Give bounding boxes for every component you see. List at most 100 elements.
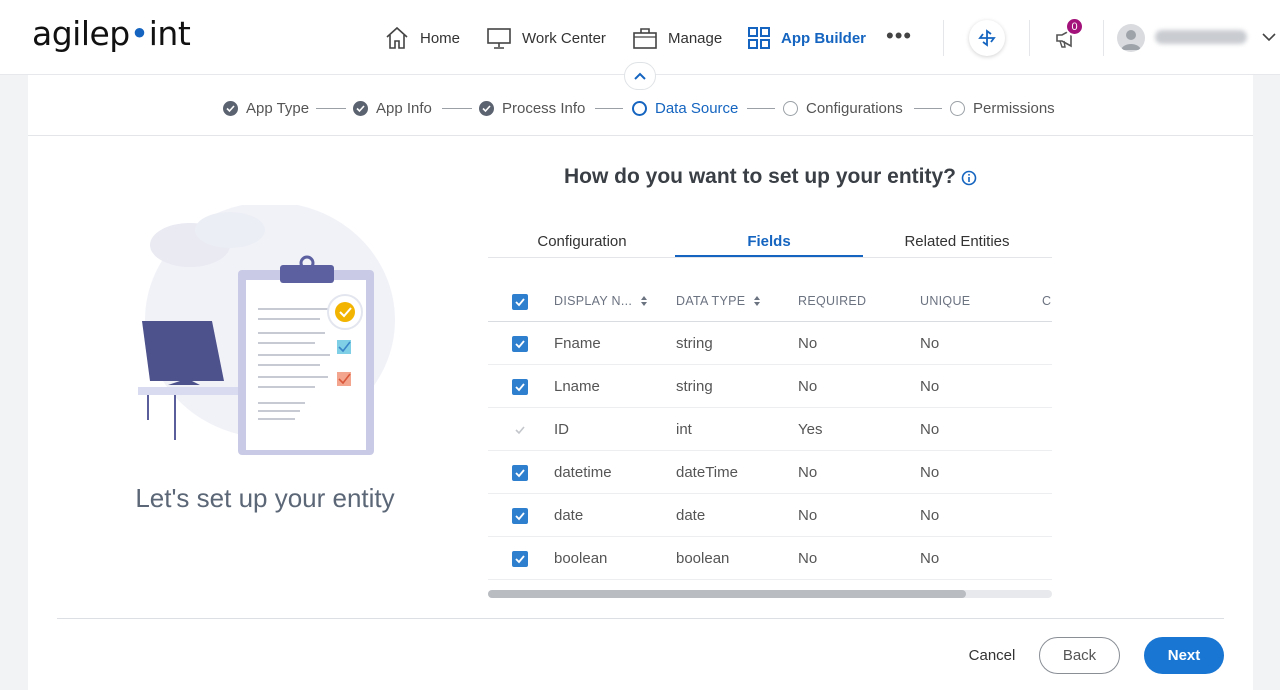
wizard-stepper: App Type App Info Process Info Data Sour… <box>0 100 1280 117</box>
nav-manage[interactable]: Manage <box>632 22 722 54</box>
field-required: No <box>798 334 818 352</box>
nav-home-label: Home <box>420 29 461 47</box>
field-unique: No <box>920 506 940 524</box>
field-unique: No <box>920 420 940 438</box>
field-type: string <box>676 334 713 352</box>
row-checkbox[interactable] <box>512 551 528 567</box>
table-row[interactable]: date date No No <box>488 494 1052 537</box>
briefcase-icon <box>633 28 657 49</box>
divider <box>28 135 1253 136</box>
field-unique: No <box>920 334 940 352</box>
sort-icon <box>641 295 648 306</box>
field-name: boolean <box>554 549 608 567</box>
info-icon[interactable] <box>961 170 977 186</box>
divider <box>1103 20 1104 56</box>
field-type: string <box>676 377 713 395</box>
step-app-type[interactable]: App Type <box>223 100 309 117</box>
scrollbar-thumb[interactable] <box>488 590 966 598</box>
divider <box>57 618 1224 619</box>
back-button[interactable]: Back <box>1039 637 1120 674</box>
step-app-info[interactable]: App Info <box>353 100 432 117</box>
column-header-data-type[interactable]: DATA TYPE <box>676 280 761 321</box>
user-name[interactable]: ██████ ██████ <box>1155 30 1247 44</box>
pinwheel-icon <box>978 29 996 47</box>
monitor-icon <box>487 28 511 49</box>
step-label: App Info <box>376 100 432 117</box>
nav-app-builder[interactable]: App Builder <box>747 22 866 54</box>
row-checkbox[interactable] <box>512 379 528 395</box>
row-checkbox[interactable] <box>512 508 528 524</box>
table-row[interactable]: ID int Yes No <box>488 408 1052 451</box>
table-row[interactable]: boolean boolean No No <box>488 537 1052 580</box>
select-all-checkbox[interactable] <box>512 294 528 310</box>
field-unique: No <box>920 549 940 567</box>
row-checkbox-disabled <box>512 422 528 438</box>
divider <box>1029 20 1030 56</box>
tab-related-entities[interactable]: Related Entities <box>863 226 1051 257</box>
check-circle-icon <box>223 101 238 116</box>
divider <box>943 20 944 56</box>
horizontal-scrollbar[interactable] <box>488 590 1052 598</box>
step-label: Process Info <box>502 100 586 117</box>
step-label: Data Source <box>655 100 739 117</box>
chevron-down-icon[interactable] <box>1262 32 1276 42</box>
pending-step-icon <box>950 101 965 116</box>
fields-table: DISPLAY N... DATA TYPE REQUIRED UNIQUE C… <box>488 280 1052 582</box>
pending-step-icon <box>783 101 798 116</box>
check-icon <box>515 512 525 521</box>
field-unique: No <box>920 377 940 395</box>
sort-icon <box>754 295 761 306</box>
clipboard-illustration <box>138 205 395 455</box>
field-name: Fname <box>554 334 601 352</box>
cancel-button[interactable]: Cancel <box>952 637 1032 674</box>
table-header: DISPLAY N... DATA TYPE REQUIRED UNIQUE C <box>488 280 1052 322</box>
step-label: Configurations <box>806 100 903 117</box>
field-required: No <box>798 549 818 567</box>
chevron-up-icon <box>634 72 646 80</box>
field-type: date <box>676 506 706 524</box>
column-header-truncated: C <box>1042 293 1052 308</box>
step-data-source[interactable]: Data Source <box>632 100 738 117</box>
step-configurations[interactable]: Configurations <box>783 100 903 117</box>
field-type: int <box>676 420 692 438</box>
step-process-info[interactable]: Process Info <box>479 100 585 117</box>
nav-work-center[interactable]: Work Center <box>486 22 606 54</box>
page-title: How do you want to set up your entity? <box>564 165 956 188</box>
table-row[interactable]: datetime dateTime No No <box>488 451 1052 494</box>
column-header-unique: UNIQUE <box>920 293 971 308</box>
current-step-icon <box>632 101 647 116</box>
step-label: Permissions <box>973 100 1055 117</box>
nav-manage-label: Manage <box>668 29 723 47</box>
nav-home[interactable]: Home <box>384 22 460 54</box>
avatar[interactable] <box>1117 24 1145 52</box>
user-icon <box>1121 30 1141 50</box>
field-unique: No <box>920 463 940 481</box>
table-row[interactable]: Lname string No No <box>488 365 1052 408</box>
more-menu-icon[interactable]: ••• <box>886 25 912 47</box>
row-checkbox[interactable] <box>512 465 528 481</box>
collapse-stepper-button[interactable] <box>624 62 656 90</box>
apps-grid-icon <box>748 27 770 49</box>
next-button[interactable]: Next <box>1144 637 1224 674</box>
check-icon <box>515 298 525 307</box>
field-required: No <box>798 463 818 481</box>
table-row[interactable]: Fname string No No <box>488 322 1052 365</box>
entity-setup-title: Let's set up your entity <box>135 483 395 513</box>
step-permissions[interactable]: Permissions <box>950 100 1055 117</box>
step-label: App Type <box>246 100 310 117</box>
field-name: ID <box>554 420 569 438</box>
ai-assistant-button[interactable] <box>969 20 1005 56</box>
field-name: Lname <box>554 377 600 395</box>
entity-tabs: Configuration Fields Related Entities <box>488 226 1052 258</box>
column-header-display-name[interactable]: DISPLAY N... <box>554 280 648 321</box>
notification-badge: 0 <box>1065 17 1084 36</box>
home-icon <box>386 26 408 49</box>
tab-configuration[interactable]: Configuration <box>488 226 676 257</box>
agilepoint-logo[interactable]: agilep•int <box>32 14 191 53</box>
tab-fields[interactable]: Fields <box>675 226 863 257</box>
field-name: datetime <box>554 463 612 481</box>
field-required: No <box>798 377 818 395</box>
field-required: No <box>798 506 818 524</box>
field-type: dateTime <box>676 463 738 481</box>
row-checkbox[interactable] <box>512 336 528 352</box>
